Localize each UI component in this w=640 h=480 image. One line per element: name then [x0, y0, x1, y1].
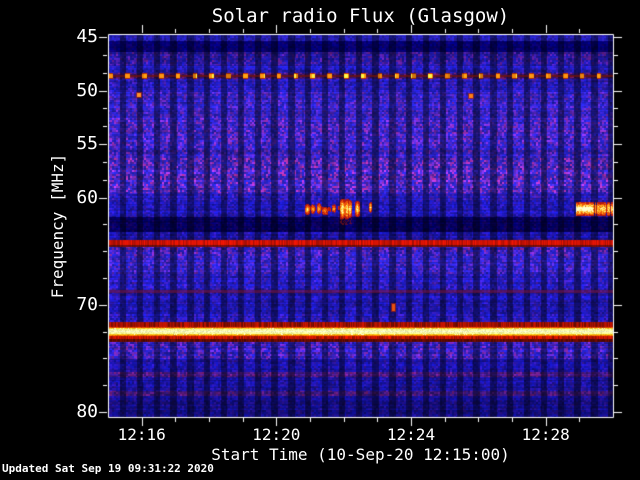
chart-title: Solar radio Flux (Glasgow) — [211, 5, 510, 27]
y-tick-label: 55 — [76, 133, 98, 155]
y-tick-label: 70 — [76, 293, 98, 315]
x-tick-label: 12:16 — [117, 425, 166, 444]
y-tick-label: 80 — [76, 400, 98, 422]
x-tick-label: 12:24 — [386, 425, 436, 444]
y-tick-label: 45 — [76, 25, 98, 47]
y-tick-label: 60 — [76, 186, 98, 208]
updated-timestamp: Updated Sat Sep 19 09:31:22 2020 — [2, 462, 214, 475]
spectrogram-page: Solar radio Flux (Glasgow) Frequency [MH… — [0, 0, 640, 480]
y-tick-label: 50 — [76, 79, 98, 101]
x-tick-label: 12:28 — [521, 425, 570, 444]
x-tick-label: 12:20 — [252, 425, 301, 444]
x-axis-title: Start Time (10-Sep-20 12:15:00) — [211, 445, 510, 464]
